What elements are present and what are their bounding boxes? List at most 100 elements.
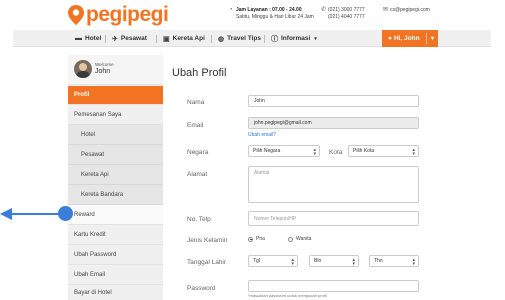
- support-email-text: cs@pegipegi.com: [390, 7, 430, 13]
- select-arrows-icon: ▴ ▾: [412, 147, 415, 157]
- nav-informasi-label: Informasi: [281, 35, 311, 42]
- info-icon: ⓘ: [271, 35, 278, 43]
- page-title: Ubah Profil: [172, 67, 227, 79]
- sidebar-item-pesawat[interactable]: Pesawat: [68, 145, 163, 165]
- nama-value: John: [254, 98, 265, 104]
- nav-kereta-api-label: Kereta Api: [172, 35, 205, 42]
- sidebar-item-kereta-api[interactable]: Kereta Api: [68, 165, 163, 185]
- dob-month-value: Bln: [314, 258, 322, 264]
- kota-select[interactable]: Pilih Kota ▴ ▾: [348, 145, 419, 157]
- kota-value: Pilih Kota: [353, 148, 375, 154]
- dob-day-select[interactable]: Tgl ▴ ▾: [248, 255, 298, 267]
- nav-divider: [264, 35, 265, 43]
- chevron-down-icon: ▾: [430, 36, 434, 42]
- alamat-label: Alamat: [187, 171, 208, 178]
- service-hours: ◔ Jam Layanan : 07.00 - 24.00 Sabtu, Min…: [229, 7, 314, 20]
- annotation-dot: [58, 206, 73, 221]
- nav-pesawat[interactable]: ✈ Pesawat: [112, 30, 147, 47]
- nav-informasi[interactable]: ⓘ Informasi ▾: [271, 30, 317, 47]
- kota-label: Kota: [329, 149, 343, 156]
- nav-kereta-api[interactable]: ▣ Kereta Api: [163, 30, 205, 47]
- nav-divider: [211, 35, 212, 43]
- telp-label: No. Telp: [187, 216, 211, 223]
- button-divider: [426, 33, 427, 44]
- welcome-name: John: [95, 68, 111, 75]
- train-icon: ▣: [163, 35, 170, 43]
- radio-selected-icon: [248, 236, 253, 242]
- password-label: Password: [187, 285, 216, 292]
- gender-label: Jenis Kelamin: [187, 237, 228, 244]
- dob-month-select[interactable]: Bln ▴ ▾: [309, 255, 359, 267]
- password-field[interactable]: [248, 280, 419, 292]
- nama-field[interactable]: John: [248, 95, 419, 107]
- gender-radio-wanita[interactable]: Wanita: [288, 236, 311, 242]
- nav-travel-tips[interactable]: ◍ Travel Tips: [218, 30, 261, 47]
- annotation-arrow-head-icon: [0, 208, 12, 220]
- phone-2: (021) 4040 7777: [328, 13, 365, 20]
- change-email-link[interactable]: Ubah email?: [248, 132, 276, 138]
- location-pin-icon: [68, 5, 84, 25]
- sidebar-item-ubah-password[interactable]: Ubah Password: [68, 245, 163, 265]
- negara-label: Negara: [187, 149, 209, 156]
- chevron-down-icon: ▾: [314, 35, 317, 42]
- pegipegi-logo[interactable]: pegipegi: [68, 3, 169, 26]
- welcome-panel: Welcome John: [68, 55, 163, 85]
- sidebar-item-profil[interactable]: Profil: [68, 86, 163, 105]
- bed-icon: ▬: [75, 35, 82, 42]
- annotation-arrow-line: [10, 213, 60, 215]
- nav-divider: [156, 35, 157, 43]
- service-hours-title: Jam Layanan : 07.00 - 24.00: [236, 7, 302, 13]
- sidebar-item-bayar-di-hotel[interactable]: Bayar di Hotel: [68, 285, 163, 300]
- dob-year-select[interactable]: Thn ▴ ▾: [369, 255, 419, 267]
- dob-year-value: Thn: [374, 258, 383, 264]
- gender-radio-pria[interactable]: Pria: [248, 236, 265, 242]
- nama-label: Nama: [187, 99, 205, 106]
- telp-field[interactable]: Nomor Telepon/HP: [248, 211, 419, 226]
- nav-divider: [105, 35, 106, 43]
- sidebar-item-reward[interactable]: Reward: [68, 205, 163, 225]
- brand-name: pegipegi: [86, 3, 169, 26]
- alamat-placeholder: Alamat: [254, 170, 270, 176]
- globe-icon: ◍: [218, 35, 225, 43]
- sidebar-item-kartu-kredit[interactable]: Kartu Kredit: [68, 225, 163, 245]
- phone-icon: ✆: [321, 7, 327, 13]
- user-menu-button[interactable]: ● Hi, John ▾: [382, 30, 438, 47]
- mail-icon: ✉: [383, 7, 389, 13]
- plane-icon: ✈: [112, 35, 118, 43]
- gender-wanita-label: Wanita: [296, 236, 312, 242]
- nav-hotel[interactable]: ▬ Hotel: [75, 30, 101, 47]
- email-value: john.pegipegi@gmail.com: [254, 120, 312, 126]
- user-icon: ●: [388, 35, 392, 42]
- phone-1: (021) 3000 7777: [328, 7, 365, 13]
- top-bar: pegipegi ◔ Jam Layanan : 07.00 - 24.00 S…: [0, 0, 505, 30]
- sidebar-item-kereta-bandara[interactable]: Kereta Bandara: [68, 185, 163, 205]
- nav-travel-tips-label: Travel Tips: [227, 35, 261, 42]
- email-field: john.pegipegi@gmail.com: [248, 117, 419, 129]
- service-hours-sub: Sabtu, Minggu & Hari Libur 24 Jam: [236, 13, 314, 20]
- dob-label: Tanggal Lahir: [187, 259, 227, 266]
- support-email[interactable]: ✉ cs@pegipegi.com: [383, 7, 430, 14]
- select-arrows-icon: ▴ ▾: [352, 257, 355, 267]
- phone-numbers: ✆ (021) 3000 7777 (021) 4040 7777: [321, 7, 365, 20]
- telp-placeholder: Nomor Telepon/HP: [254, 215, 297, 222]
- select-arrows-icon: ▴ ▾: [291, 257, 294, 267]
- sidebar-item-pemesanan-saya[interactable]: Pemesanan Saya: [68, 105, 163, 125]
- alamat-textarea[interactable]: Alamat: [248, 166, 419, 203]
- avatar: [74, 60, 92, 78]
- nav-hotel-label: Hotel: [85, 35, 102, 42]
- select-arrows-icon: ▴ ▾: [313, 147, 316, 157]
- gender-pria-label: Pria: [256, 236, 265, 242]
- password-hint: *masukkan password untuk mengubah profil: [248, 293, 327, 298]
- clock-icon: ◔: [229, 7, 233, 13]
- sidebar-item-ubah-email[interactable]: Ubah Email: [68, 265, 163, 285]
- email-label: Email: [187, 122, 204, 129]
- welcome-label: Welcome: [95, 62, 114, 67]
- negara-select[interactable]: Pilih Negara ▴ ▾: [248, 145, 320, 157]
- sidebar-item-hotel[interactable]: Hotel: [68, 125, 163, 145]
- user-menu-label: Hi, John: [393, 35, 420, 42]
- nav-pesawat-label: Pesawat: [120, 35, 147, 42]
- dob-day-value: Tgl: [253, 258, 260, 264]
- select-arrows-icon: ▴ ▾: [412, 257, 415, 267]
- negara-value: Pilih Negara: [253, 148, 281, 154]
- radio-empty-icon: [288, 236, 293, 242]
